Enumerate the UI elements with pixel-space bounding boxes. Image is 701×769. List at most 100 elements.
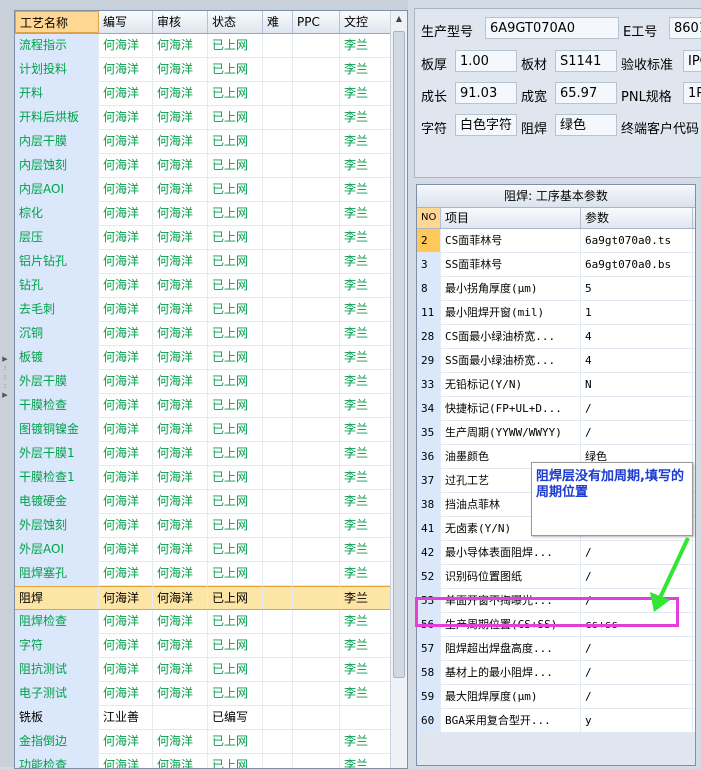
table-row[interactable]: 内层干膜 何海洋 何海洋 已上网 李兰 <box>15 130 407 154</box>
table-row[interactable]: 层压 何海洋 何海洋 已上网 李兰 <box>15 226 407 250</box>
param-row[interactable]: 8 最小拐角厚度(μm) 5 <box>417 277 695 301</box>
param-row[interactable]: 11 最小阻焊开窗(mil) 1 <box>417 301 695 325</box>
model-field[interactable]: 6A9GT070A0 <box>485 17 619 39</box>
table-row[interactable]: 阻焊塞孔 何海洋 何海洋 已上网 李兰 <box>15 562 407 586</box>
param-row[interactable]: 59 最大阻焊厚度(μm) / <box>417 685 695 709</box>
table-cell <box>263 106 293 129</box>
table-row[interactable]: 流程指示 何海洋 何海洋 已上网 李兰 <box>15 34 407 58</box>
table-cell: 何海洋 <box>153 730 208 753</box>
thickness-field[interactable]: 1.00 <box>455 50 517 72</box>
param-cell: 42 <box>417 541 441 564</box>
param-cell: / <box>581 397 693 420</box>
table-row[interactable]: 钻孔 何海洋 何海洋 已上网 李兰 <box>15 274 407 298</box>
column-header[interactable]: 审核 <box>153 11 208 33</box>
table-cell: 已上网 <box>208 106 263 129</box>
table-row[interactable]: 外层AOI 何海洋 何海洋 已上网 李兰 <box>15 538 407 562</box>
param-row[interactable]: 29 SS面最小绿油桥宽... 4 <box>417 349 695 373</box>
table-cell: 何海洋 <box>99 34 153 57</box>
table-row[interactable]: 沉铜 何海洋 何海洋 已上网 李兰 <box>15 322 407 346</box>
table-row[interactable]: 外层蚀刻 何海洋 何海洋 已上网 李兰 <box>15 514 407 538</box>
param-row[interactable]: 34 快捷标记(FP+UL+D... / <box>417 397 695 421</box>
column-header[interactable]: 工艺名称 <box>15 11 99 33</box>
table-row[interactable]: 字符 何海洋 何海洋 已上网 李兰 <box>15 634 407 658</box>
pnl-field[interactable]: 1P <box>683 82 701 104</box>
table-row[interactable]: 内层AOI 何海洋 何海洋 已上网 李兰 <box>15 178 407 202</box>
table-cell: 钻孔 <box>15 274 99 297</box>
param-row[interactable]: 57 阻焊超出焊盘高度... / <box>417 637 695 661</box>
soldermask-field[interactable]: 绿色 <box>555 114 617 136</box>
table-cell <box>293 394 340 417</box>
table-row[interactable]: 干膜检查 何海洋 何海洋 已上网 李兰 <box>15 394 407 418</box>
table-cell <box>263 442 293 465</box>
process-table-scrollbar[interactable]: ▲ <box>390 11 407 768</box>
table-row[interactable]: 电子测试 何海洋 何海洋 已上网 李兰 <box>15 682 407 706</box>
table-row[interactable]: 内层蚀刻 何海洋 何海洋 已上网 李兰 <box>15 154 407 178</box>
param-column-header[interactable]: 项目 <box>441 208 581 228</box>
scroll-thumb[interactable] <box>393 31 405 678</box>
table-cell <box>263 298 293 321</box>
table-row[interactable]: 外层干膜1 何海洋 何海洋 已上网 李兰 <box>15 442 407 466</box>
table-cell: 已上网 <box>208 58 263 81</box>
material-field[interactable]: S1141 <box>555 50 617 72</box>
column-header[interactable]: 状态 <box>208 11 263 33</box>
table-cell: 李兰 <box>340 586 392 609</box>
thickness-label: 板厚 <box>421 58 448 73</box>
param-row[interactable]: 58 基材上的最小阻焊... / <box>417 661 695 685</box>
param-row[interactable]: 3 SS面菲林号 6a9gt070a0.bs <box>417 253 695 277</box>
table-cell <box>293 730 340 753</box>
table-row[interactable]: 电镀硬金 何海洋 何海洋 已上网 李兰 <box>15 490 407 514</box>
param-cell: 阻焊超出焊盘高度... <box>441 637 581 660</box>
param-cell: 52 <box>417 565 441 588</box>
column-header[interactable]: 难 <box>263 11 293 33</box>
table-row[interactable]: 计划投料 何海洋 何海洋 已上网 李兰 <box>15 58 407 82</box>
table-row[interactable]: 开料 何海洋 何海洋 已上网 李兰 <box>15 82 407 106</box>
table-row[interactable]: 阻焊检查 何海洋 何海洋 已上网 李兰 <box>15 610 407 634</box>
table-row[interactable]: 阻焊 何海洋 何海洋 已上网 李兰 <box>15 586 407 610</box>
scroll-up-icon[interactable]: ▲ <box>391 11 407 27</box>
table-row[interactable]: 棕化 何海洋 何海洋 已上网 李兰 <box>15 202 407 226</box>
table-cell: 已上网 <box>208 586 263 609</box>
table-row[interactable]: 图镀铜镍金 何海洋 何海洋 已上网 李兰 <box>15 418 407 442</box>
param-row[interactable]: 2 CS面菲林号 6a9gt070a0.ts <box>417 229 695 253</box>
param-cell: 1 <box>581 301 693 324</box>
table-row[interactable]: 板镀 何海洋 何海洋 已上网 李兰 <box>15 346 407 370</box>
table-cell: 已上网 <box>208 250 263 273</box>
param-cell: 最大阻焊厚度(μm) <box>441 685 581 708</box>
table-row[interactable]: 铣板 江业善 已编写 <box>15 706 407 730</box>
table-row[interactable]: 外层干膜 何海洋 何海洋 已上网 李兰 <box>15 370 407 394</box>
length-field[interactable]: 91.03 <box>455 82 517 104</box>
param-row[interactable]: 35 生产周期(YYWW/WWYY) / <box>417 421 695 445</box>
table-row[interactable]: 开料后烘板 何海洋 何海洋 已上网 李兰 <box>15 106 407 130</box>
eno-field[interactable]: 86017 <box>669 17 701 39</box>
column-header[interactable]: 编写 <box>99 11 153 33</box>
width-field[interactable]: 65.97 <box>555 82 617 104</box>
param-row[interactable]: 60 BGA采用复合型开... y <box>417 709 695 733</box>
table-cell: 外层干膜1 <box>15 442 99 465</box>
table-cell: 李兰 <box>340 634 392 657</box>
table-cell: 已上网 <box>208 322 263 345</box>
table-row[interactable]: 金指倒边 何海洋 何海洋 已上网 李兰 <box>15 730 407 754</box>
table-cell: 何海洋 <box>153 538 208 561</box>
table-cell: 何海洋 <box>153 82 208 105</box>
table-cell <box>293 658 340 681</box>
table-row[interactable]: 去毛刺 何海洋 何海洋 已上网 李兰 <box>15 298 407 322</box>
param-column-header[interactable]: 参数 <box>581 208 693 228</box>
table-cell: 何海洋 <box>99 370 153 393</box>
column-header[interactable]: PPC <box>293 11 340 33</box>
param-row[interactable]: 33 无铅标记(Y/N) N <box>417 373 695 397</box>
table-cell: 已上网 <box>208 610 263 633</box>
character-field[interactable]: 白色字符 <box>455 114 517 136</box>
table-row[interactable]: 阻抗测试 何海洋 何海洋 已上网 李兰 <box>15 658 407 682</box>
table-row[interactable]: 铝片钻孔 何海洋 何海洋 已上网 李兰 <box>15 250 407 274</box>
column-header[interactable]: 文控 <box>340 11 392 33</box>
table-cell <box>293 58 340 81</box>
param-cell: SS面最小绿油桥宽... <box>441 349 581 372</box>
splitter-handle[interactable]: ▶::: ▶ <box>2 355 8 399</box>
table-cell: 李兰 <box>340 274 392 297</box>
table-cell: 何海洋 <box>153 202 208 225</box>
table-cell <box>293 226 340 249</box>
param-row[interactable]: 28 CS面最小绿油桥宽... 4 <box>417 325 695 349</box>
table-row[interactable]: 干膜检查1 何海洋 何海洋 已上网 李兰 <box>15 466 407 490</box>
standard-field[interactable]: IPC <box>683 50 701 72</box>
param-column-header[interactable]: NO <box>417 208 441 228</box>
